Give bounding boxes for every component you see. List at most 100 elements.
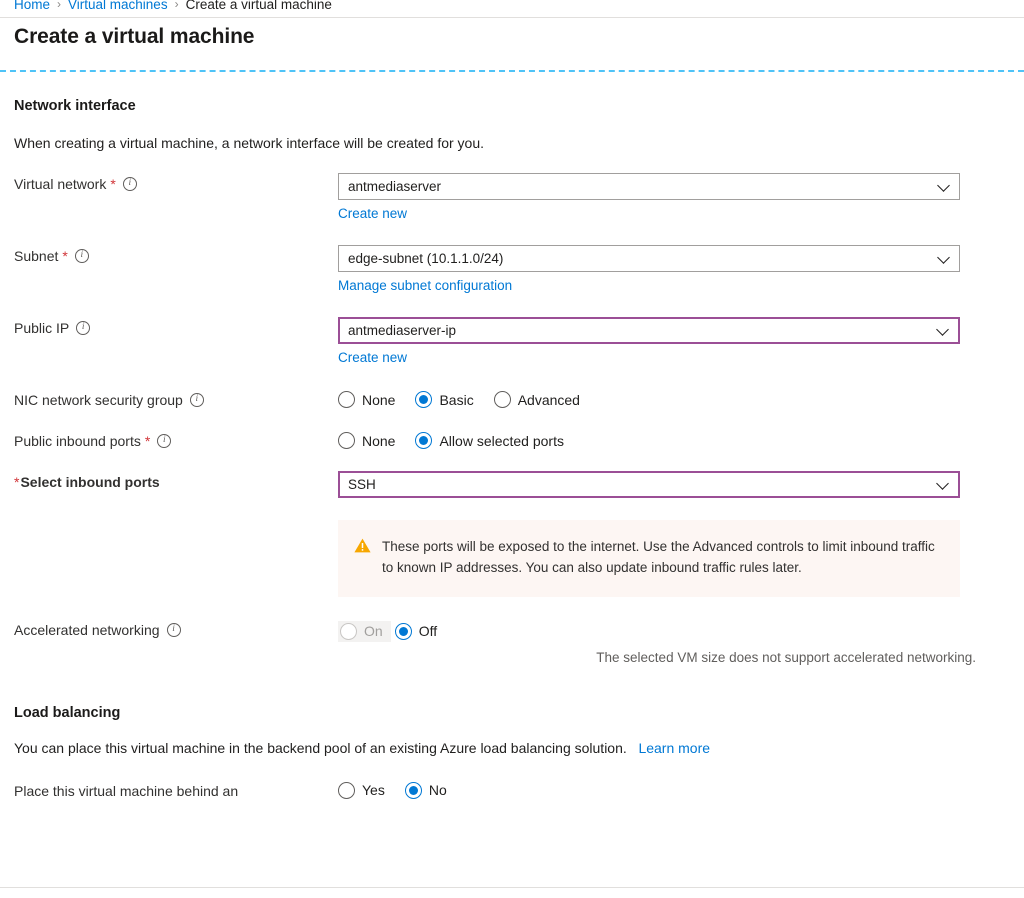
public-inbound-ports-option-label: None bbox=[362, 432, 396, 449]
accelerated-networking-label: Accelerated networking bbox=[14, 621, 160, 638]
chevron-down-icon bbox=[936, 322, 949, 336]
place-behind-option-no[interactable]: No bbox=[404, 781, 447, 799]
subnet-dropdown[interactable]: edge-subnet (10.1.1.0/24) bbox=[338, 245, 960, 272]
required-asterisk: * bbox=[110, 176, 116, 192]
inbound-ports-warning-wrap: These ports will be exposed to the inter… bbox=[0, 520, 1024, 597]
info-icon[interactable]: i bbox=[74, 249, 89, 263]
breadcrumb-separator-icon: › bbox=[57, 0, 62, 11]
breadcrumb-item-home[interactable]: Home bbox=[14, 0, 50, 12]
public-inbound-ports-option-allow-selected[interactable]: Allow selected ports bbox=[415, 432, 564, 449]
place-behind-option-yes[interactable]: Yes bbox=[338, 781, 385, 799]
field-row-nic-nsg: NIC network security group i None Basic bbox=[0, 389, 1024, 408]
virtual-network-create-new-link[interactable]: Create new bbox=[338, 206, 407, 221]
nic-nsg-field-col: None Basic Advanced bbox=[338, 389, 1024, 408]
nic-nsg-option-none[interactable]: None bbox=[338, 391, 395, 408]
select-inbound-ports-label: Select inbound ports bbox=[20, 474, 160, 490]
select-inbound-ports-value: SSH bbox=[348, 477, 376, 492]
field-row-public-inbound-ports: Public inbound ports * i None Allow sele… bbox=[0, 430, 1024, 449]
accelerated-networking-option-off[interactable]: Off bbox=[394, 622, 438, 640]
nic-nsg-option-label: Advanced bbox=[517, 391, 580, 408]
accelerated-networking-helper-text: The selected VM size does not support ac… bbox=[596, 649, 976, 665]
field-row-select-inbound-ports: * Select inbound ports SSH bbox=[0, 471, 1024, 498]
place-behind-field-col: Yes No bbox=[338, 780, 1024, 799]
load-balancing-learn-more-link[interactable]: Learn more bbox=[638, 740, 710, 756]
virtual-network-label: Virtual network bbox=[14, 176, 107, 192]
public-ip-label-group: Public IP i bbox=[14, 317, 338, 336]
field-row-virtual-network: Virtual network * i antmediaserver Creat… bbox=[0, 173, 1024, 223]
public-inbound-ports-field-col: None Allow selected ports bbox=[338, 430, 1024, 449]
create-vm-page: Home › Virtual machines › Create a virtu… bbox=[0, 0, 1024, 898]
field-row-public-ip: Public IP i antmediaserver-ip Create new bbox=[0, 317, 1024, 367]
public-ip-dropdown[interactable]: antmediaserver-ip bbox=[338, 317, 960, 344]
place-behind-label: Place this virtual machine behind an bbox=[14, 782, 239, 799]
info-icon[interactable]: i bbox=[166, 622, 181, 637]
breadcrumb: Home › Virtual machines › Create a virtu… bbox=[0, 0, 1024, 17]
public-inbound-ports-label-group: Public inbound ports * i bbox=[14, 430, 338, 449]
breadcrumb-separator-icon: › bbox=[174, 0, 179, 11]
subnet-label-group: Subnet * i bbox=[14, 245, 338, 264]
warning-triangle-icon bbox=[354, 538, 371, 558]
field-row-subnet: Subnet * i edge-subnet (10.1.1.0/24) Man… bbox=[0, 245, 1024, 295]
required-asterisk: * bbox=[14, 474, 20, 490]
bottom-divider bbox=[0, 887, 1024, 888]
radio-mark bbox=[338, 391, 355, 408]
page-title: Create a virtual machine bbox=[14, 25, 255, 48]
nic-nsg-option-label: Basic bbox=[439, 391, 474, 408]
section-dashed-divider bbox=[0, 70, 1024, 72]
place-behind-radio-group: Yes No bbox=[338, 780, 1024, 799]
place-behind-label-group: Place this virtual machine behind an bbox=[14, 780, 338, 799]
breadcrumb-divider bbox=[0, 17, 1024, 18]
accelerated-networking-radio-group: On Off bbox=[338, 619, 1024, 642]
field-row-accelerated-networking: Accelerated networking i On Off bbox=[0, 619, 1024, 642]
required-asterisk: * bbox=[144, 433, 151, 449]
subnet-value: edge-subnet (10.1.1.0/24) bbox=[348, 251, 504, 266]
accelerated-networking-option-label: Off bbox=[418, 623, 438, 640]
radio-mark bbox=[404, 781, 422, 799]
radio-mark bbox=[394, 622, 412, 640]
accelerated-networking-field-col: On Off bbox=[338, 619, 1024, 642]
inbound-ports-warning: These ports will be exposed to the inter… bbox=[338, 520, 960, 597]
nic-nsg-option-label: None bbox=[362, 391, 396, 408]
load-balancing-description-text: You can place this virtual machine in th… bbox=[14, 739, 627, 756]
nic-nsg-radio-group: None Basic Advanced bbox=[338, 389, 1024, 408]
public-ip-field-col: antmediaserver-ip Create new bbox=[338, 317, 1024, 367]
virtual-network-value: antmediaserver bbox=[348, 179, 442, 194]
virtual-network-field-col: antmediaserver Create new bbox=[338, 173, 1024, 223]
radio-mark bbox=[415, 391, 433, 408]
info-icon[interactable]: i bbox=[76, 321, 91, 335]
field-row-place-behind-load-balancer: Place this virtual machine behind an Yes… bbox=[0, 780, 1024, 799]
network-interface-description: When creating a virtual machine, a netwo… bbox=[14, 135, 485, 151]
load-balancing-heading: Load balancing bbox=[14, 704, 121, 721]
select-inbound-ports-dropdown[interactable]: SSH bbox=[338, 471, 960, 498]
info-icon[interactable]: i bbox=[189, 393, 204, 407]
public-inbound-ports-radio-group: None Allow selected ports bbox=[338, 430, 1024, 449]
accelerated-networking-option-on: On bbox=[338, 620, 391, 642]
virtual-network-label-group: Virtual network * i bbox=[14, 173, 338, 192]
subnet-field-col: edge-subnet (10.1.1.0/24) Manage subnet … bbox=[338, 245, 1024, 295]
radio-mark bbox=[415, 432, 433, 449]
info-icon[interactable]: i bbox=[122, 177, 137, 191]
nic-nsg-option-advanced[interactable]: Advanced bbox=[493, 391, 580, 408]
place-behind-option-label: No bbox=[428, 782, 447, 799]
radio-mark bbox=[493, 391, 511, 408]
chevron-down-icon bbox=[937, 178, 950, 192]
form-content: Network interface When creating a virtua… bbox=[0, 98, 1024, 799]
select-inbound-ports-label-group: * Select inbound ports bbox=[14, 471, 338, 490]
manage-subnet-configuration-link[interactable]: Manage subnet configuration bbox=[338, 278, 512, 293]
accelerated-networking-label-group: Accelerated networking i bbox=[14, 619, 338, 638]
select-inbound-ports-field-col: SSH bbox=[338, 471, 1024, 498]
breadcrumb-item-virtual-machines[interactable]: Virtual machines bbox=[68, 0, 168, 12]
radio-mark bbox=[338, 432, 355, 449]
nic-nsg-option-basic[interactable]: Basic bbox=[415, 391, 474, 408]
public-ip-create-new-link[interactable]: Create new bbox=[338, 350, 407, 365]
info-icon[interactable]: i bbox=[157, 434, 172, 448]
public-inbound-ports-option-none[interactable]: None bbox=[338, 432, 395, 449]
network-interface-heading: Network interface bbox=[14, 98, 136, 114]
public-inbound-ports-option-label: Allow selected ports bbox=[439, 432, 564, 449]
radio-mark bbox=[340, 622, 357, 640]
radio-mark bbox=[338, 781, 355, 799]
virtual-network-dropdown[interactable]: antmediaserver bbox=[338, 173, 960, 200]
required-asterisk: * bbox=[62, 248, 68, 264]
nic-nsg-label: NIC network security group bbox=[14, 392, 183, 408]
accelerated-networking-helper-row: The selected VM size does not support ac… bbox=[0, 650, 976, 665]
